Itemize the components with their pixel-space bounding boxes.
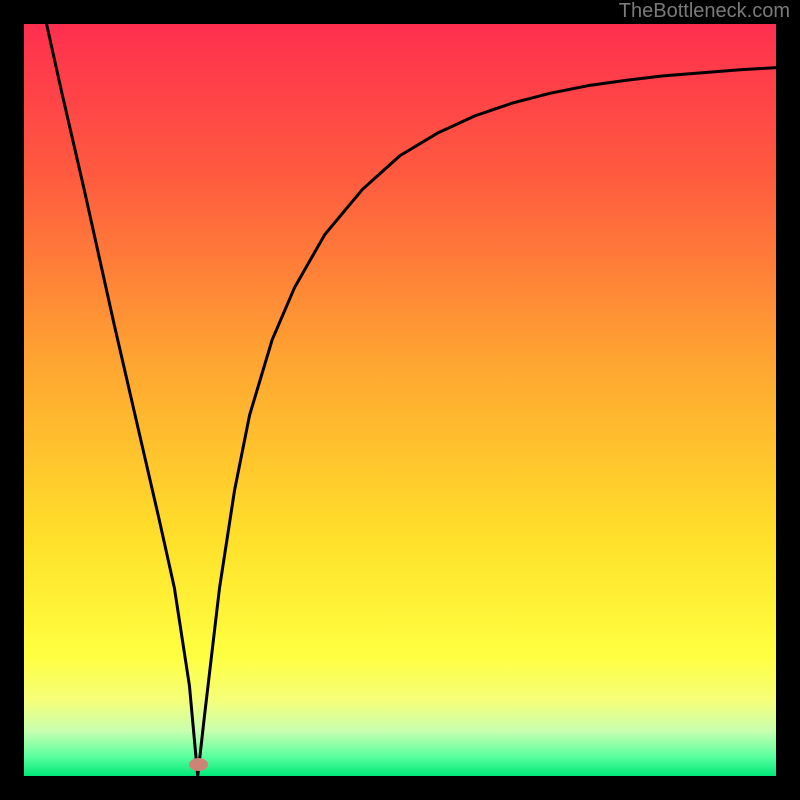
watermark-text: TheBottleneck.com — [619, 0, 790, 23]
optimal-point-marker — [189, 758, 208, 771]
chart-container: TheBottleneck.com — [0, 0, 800, 800]
bottleneck-curve — [24, 24, 776, 776]
